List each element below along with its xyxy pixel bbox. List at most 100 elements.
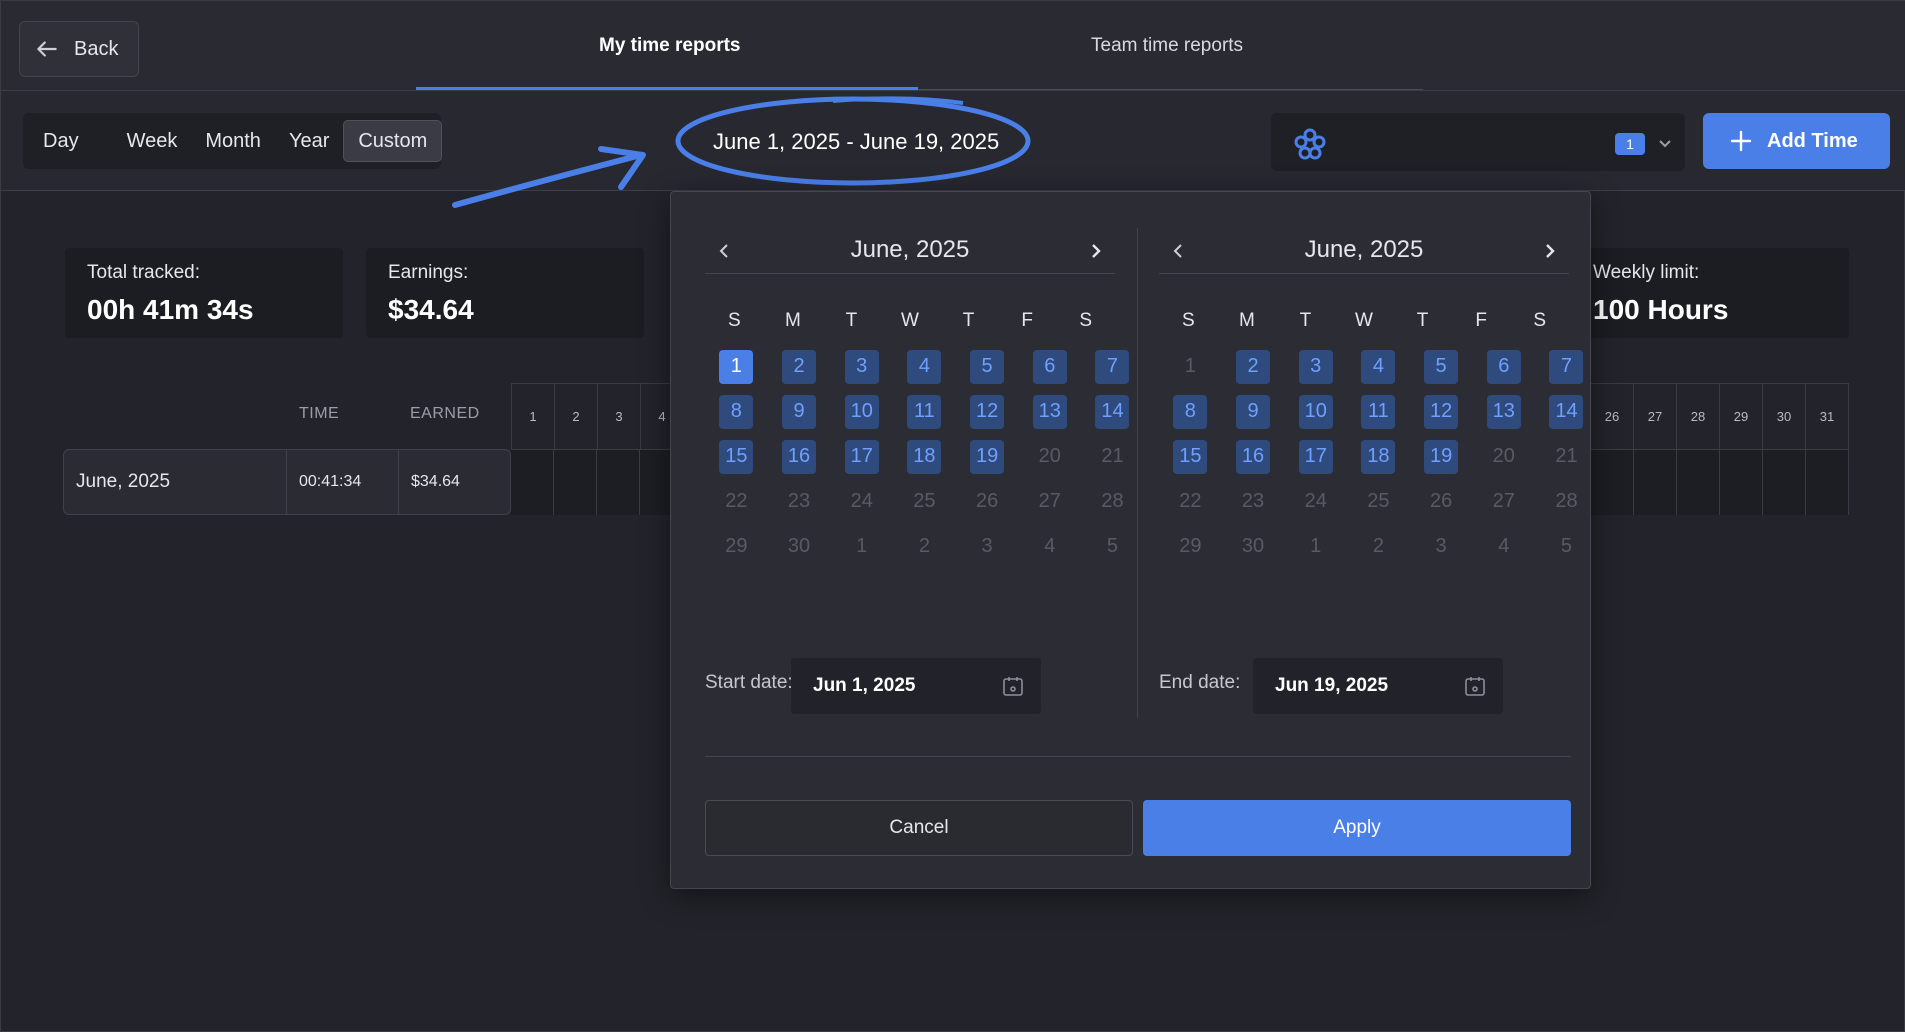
tab-team-time-reports[interactable]: Team time reports	[1091, 35, 1243, 57]
calendar-day[interactable]: 22	[705, 479, 768, 524]
day-cell	[1806, 449, 1849, 515]
calendar-day[interactable]: 8	[705, 389, 768, 434]
calendar-day[interactable]: 11	[893, 389, 956, 434]
calendar-day[interactable]: 5	[1081, 524, 1144, 569]
calendar-day[interactable]: 28	[1535, 479, 1598, 524]
calendar-day[interactable]: 2	[1222, 344, 1285, 389]
calendar-day[interactable]: 17	[1284, 434, 1347, 479]
project-selector[interactable]: 1	[1271, 113, 1685, 171]
calendar-day[interactable]: 29	[1159, 524, 1222, 569]
calendar-day[interactable]: 26	[956, 479, 1019, 524]
calendar-day[interactable]: 13	[1472, 389, 1535, 434]
calendar-day[interactable]: 9	[1222, 389, 1285, 434]
calendar-day[interactable]: 10	[830, 389, 893, 434]
total-tracked-card: Total tracked: 00h 41m 34s	[65, 248, 343, 338]
calendar-day[interactable]: 24	[830, 479, 893, 524]
range-year-button[interactable]: Year	[275, 120, 343, 162]
day-column-header: 30	[1763, 383, 1806, 449]
calendar-day[interactable]: 3	[956, 524, 1019, 569]
calendar-day[interactable]: 7	[1081, 344, 1144, 389]
calendar-day[interactable]: 8	[1159, 389, 1222, 434]
calendar-day[interactable]: 2	[768, 344, 831, 389]
range-day-button[interactable]: Day	[29, 120, 93, 162]
calendar-day[interactable]: 6	[1472, 344, 1535, 389]
calendar-day[interactable]: 28	[1081, 479, 1144, 524]
calendar-day[interactable]: 4	[1472, 524, 1535, 569]
calendar-day[interactable]: 4	[893, 344, 956, 389]
calendar-day[interactable]: 18	[893, 434, 956, 479]
calendar-day[interactable]: 15	[1159, 434, 1222, 479]
day-column-header: 3	[598, 383, 641, 449]
back-button[interactable]: Back	[19, 21, 139, 77]
calendar-day[interactable]: 16	[768, 434, 831, 479]
calendar-day[interactable]: 14	[1535, 389, 1598, 434]
add-time-button[interactable]: Add Time	[1703, 113, 1890, 169]
table-row[interactable]: June, 2025 00:41:34 $34.64	[63, 449, 511, 515]
calendar-day[interactable]: 3	[1284, 344, 1347, 389]
calendar-day[interactable]: 20	[1018, 434, 1081, 479]
calendar-day[interactable]: 21	[1081, 434, 1144, 479]
calendar-day[interactable]: 12	[956, 389, 1019, 434]
calendar-day[interactable]: 27	[1018, 479, 1081, 524]
calendar-day[interactable]: 4	[1347, 344, 1410, 389]
calendar-day[interactable]: 20	[1472, 434, 1535, 479]
picker-divider	[705, 756, 1571, 757]
cancel-button[interactable]: Cancel	[705, 800, 1133, 856]
calendar-day[interactable]: 15	[705, 434, 768, 479]
range-custom-button[interactable]: Custom	[343, 120, 443, 162]
calendar-day[interactable]: 25	[893, 479, 956, 524]
calendar-day[interactable]: 19	[1410, 434, 1473, 479]
calendar-day[interactable]: 24	[1284, 479, 1347, 524]
calendar-day[interactable]: 1	[830, 524, 893, 569]
calendar-day[interactable]: 5	[1410, 344, 1473, 389]
apply-button[interactable]: Apply	[1143, 800, 1571, 856]
range-week-button[interactable]: Week	[113, 120, 192, 162]
calendar-day[interactable]: 23	[768, 479, 831, 524]
calendar-day[interactable]: 29	[705, 524, 768, 569]
calendar-day[interactable]: 17	[830, 434, 893, 479]
calendar-icon[interactable]	[1463, 674, 1487, 698]
calendar-day[interactable]: 3	[1410, 524, 1473, 569]
calendar-day[interactable]: 5	[956, 344, 1019, 389]
tab-underline	[918, 89, 1423, 90]
calendar-day[interactable]: 12	[1410, 389, 1473, 434]
date-range-display[interactable]: June 1, 2025 - June 19, 2025	[713, 129, 999, 155]
calendar-day[interactable]: 14	[1081, 389, 1144, 434]
calendar-day[interactable]: 1	[1159, 344, 1222, 389]
calendar-day[interactable]: 25	[1347, 479, 1410, 524]
calendar-day[interactable]: 6	[1018, 344, 1081, 389]
calendar-day[interactable]: 4	[1018, 524, 1081, 569]
chevron-down-icon[interactable]	[1655, 133, 1675, 153]
calendar-day[interactable]: 9	[768, 389, 831, 434]
calendar-day[interactable]: 21	[1535, 434, 1598, 479]
calendar-day[interactable]: 1	[1284, 524, 1347, 569]
chevron-right-icon[interactable]	[1539, 240, 1561, 262]
calendar-day[interactable]: 19	[956, 434, 1019, 479]
range-month-button[interactable]: Month	[191, 120, 275, 162]
calendar-day[interactable]: 30	[768, 524, 831, 569]
calendar-day[interactable]: 2	[893, 524, 956, 569]
calendar-day[interactable]: 1	[705, 344, 768, 389]
calendar-day[interactable]: 10	[1284, 389, 1347, 434]
tab-my-time-reports[interactable]: My time reports	[599, 35, 740, 57]
calendar-day[interactable]: 30	[1222, 524, 1285, 569]
calendar-day[interactable]: 3	[830, 344, 893, 389]
calendar-day[interactable]: 2	[1347, 524, 1410, 569]
day-cell	[511, 449, 554, 515]
calendar-day[interactable]: 5	[1535, 524, 1598, 569]
start-date-field[interactable]: Jun 1, 2025	[791, 658, 1041, 714]
plus-icon	[1730, 130, 1752, 152]
calendar-day[interactable]: 13	[1018, 389, 1081, 434]
calendar-day[interactable]: 18	[1347, 434, 1410, 479]
calendar-day[interactable]: 27	[1472, 479, 1535, 524]
calendar-day[interactable]: 16	[1222, 434, 1285, 479]
end-date-field[interactable]: Jun 19, 2025	[1253, 658, 1503, 714]
calendar-day[interactable]: 7	[1535, 344, 1598, 389]
weekly-limit-value: 100 Hours	[1593, 294, 1729, 325]
calendar-day[interactable]: 23	[1222, 479, 1285, 524]
chevron-right-icon[interactable]	[1085, 240, 1107, 262]
calendar-icon[interactable]	[1001, 674, 1025, 698]
calendar-day[interactable]: 11	[1347, 389, 1410, 434]
calendar-day[interactable]: 26	[1410, 479, 1473, 524]
calendar-day[interactable]: 22	[1159, 479, 1222, 524]
